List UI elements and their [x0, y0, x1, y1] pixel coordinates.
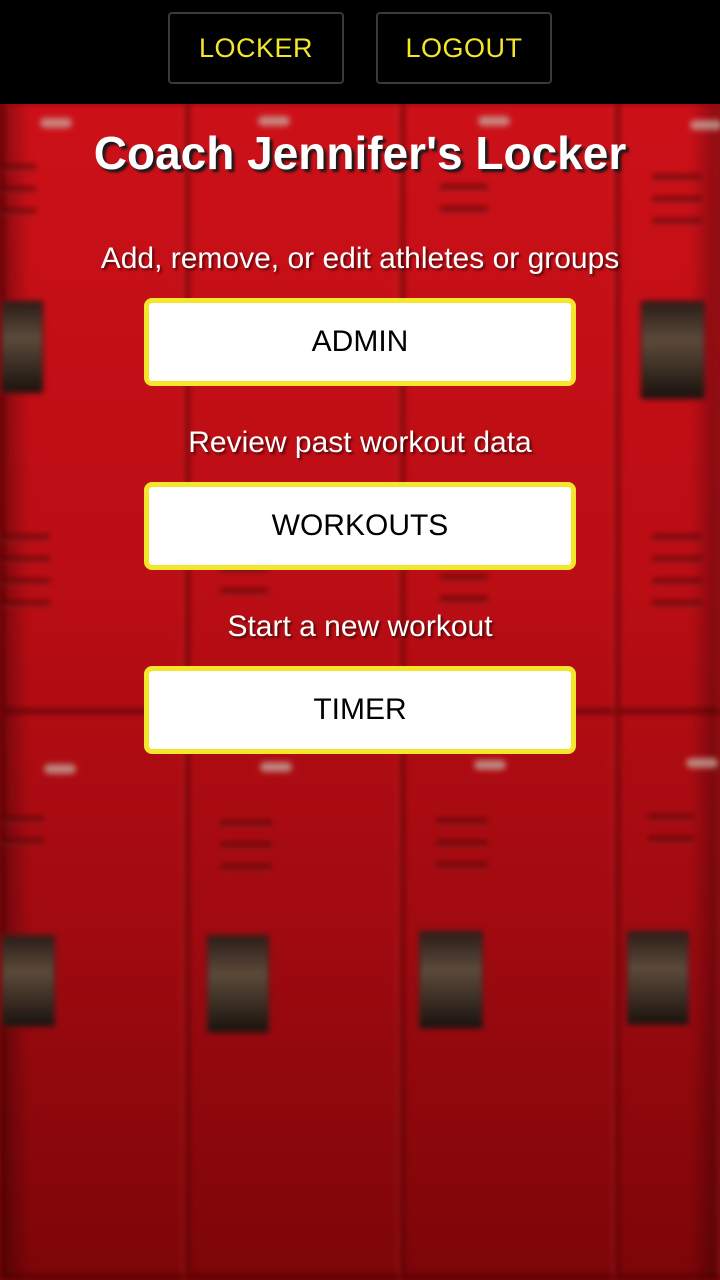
- locker-vent: [652, 534, 702, 541]
- locker-vent: [0, 578, 50, 585]
- locker-vent: [0, 600, 50, 607]
- admin-button[interactable]: ADMIN: [144, 298, 576, 386]
- locker-vent: [648, 814, 694, 821]
- locker-vent: [652, 578, 702, 585]
- locker-vent: [0, 556, 50, 563]
- locker-handle: [640, 300, 706, 400]
- locker-knob: [260, 762, 292, 772]
- locker-vent: [220, 588, 268, 595]
- locker-vent: [220, 820, 272, 827]
- locker-handle: [418, 930, 484, 1030]
- locker-knob: [44, 764, 76, 774]
- workouts-button[interactable]: WORKOUTS: [144, 482, 576, 570]
- workouts-caption: Review past workout data: [188, 426, 532, 459]
- locker-vent: [0, 838, 44, 845]
- logout-nav-button[interactable]: LOGOUT: [376, 12, 552, 84]
- locker-vent: [0, 186, 36, 193]
- locker-handle: [0, 934, 56, 1028]
- locker-vent: [220, 864, 272, 871]
- locker-knob: [258, 116, 290, 126]
- locker-vent: [0, 816, 44, 823]
- locker-vent: [440, 184, 488, 191]
- locker-knob: [478, 116, 510, 126]
- locker-vent: [440, 206, 488, 213]
- locker-screen: LOCKER LOGOUT Coach Jennifer's Locker Ad…: [0, 0, 720, 1280]
- top-nav-bar: LOCKER LOGOUT: [0, 0, 720, 104]
- timer-button[interactable]: TIMER: [144, 666, 576, 754]
- locker-nav-button[interactable]: LOCKER: [168, 12, 344, 84]
- locker-vent: [436, 840, 488, 847]
- page-title: Coach Jennifer's Locker: [93, 127, 627, 179]
- locker-vent: [440, 596, 488, 603]
- locker-handle: [626, 930, 690, 1026]
- locker-vent: [220, 842, 272, 849]
- locker-vent: [0, 534, 50, 541]
- locker-vent: [436, 862, 488, 869]
- admin-caption: Add, remove, or edit athletes or groups: [100, 242, 620, 275]
- locker-vent: [652, 600, 702, 607]
- locker-vent: [652, 556, 702, 563]
- timer-caption: Start a new workout: [227, 610, 493, 643]
- locker-knob: [474, 760, 506, 770]
- locker-vent: [652, 218, 702, 225]
- locker-handle: [0, 300, 44, 394]
- locker-knob: [686, 758, 718, 768]
- locker-vent: [436, 818, 488, 825]
- locker-vent: [652, 196, 702, 203]
- locker-vent: [0, 208, 36, 215]
- locker-vent: [648, 836, 694, 843]
- locker-handle: [206, 934, 270, 1034]
- locker-vent: [440, 574, 488, 581]
